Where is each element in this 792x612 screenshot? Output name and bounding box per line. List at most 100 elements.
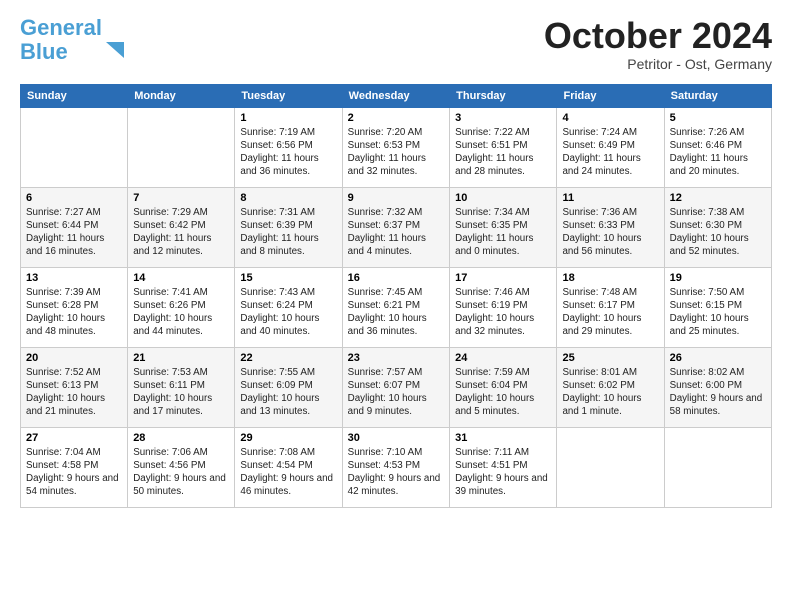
day-number: 9 <box>348 192 445 204</box>
day-info: Sunrise: 7:10 AM Sunset: 4:53 PM Dayligh… <box>348 446 445 499</box>
day-number: 13 <box>26 272 122 284</box>
day-number: 6 <box>26 192 122 204</box>
day-info: Sunrise: 7:26 AM Sunset: 6:46 PM Dayligh… <box>670 126 766 179</box>
col-thursday: Thursday <box>450 84 557 107</box>
day-number: 14 <box>133 272 229 284</box>
day-number: 23 <box>348 352 445 364</box>
calendar-week-row: 6 Sunrise: 7:27 AM Sunset: 6:44 PM Daylig… <box>21 187 772 267</box>
table-row: 9 Sunrise: 7:32 AM Sunset: 6:37 PM Daylig… <box>342 187 450 267</box>
table-row: 4Sunrise: 7:24 AM Sunset: 6:49 PM Daylig… <box>557 107 664 187</box>
day-info: Sunrise: 7:59 AM Sunset: 6:04 PM Dayligh… <box>455 366 551 419</box>
table-row <box>664 427 771 507</box>
day-info: Sunrise: 7:11 AM Sunset: 4:51 PM Dayligh… <box>455 446 551 499</box>
calendar-week-row: 27 Sunrise: 7:04 AM Sunset: 4:58 PM Dayli… <box>21 427 772 507</box>
day-info: Sunrise: 7:29 AM Sunset: 6:42 PM Dayligh… <box>133 206 229 259</box>
table-row: 10Sunrise: 7:34 AM Sunset: 6:35 PM Dayli… <box>450 187 557 267</box>
day-number: 1 <box>240 112 336 124</box>
table-row: 26 Sunrise: 8:02 AM Sunset: 6:00 PM Dayli… <box>664 347 771 427</box>
day-info: Sunrise: 7:31 AM Sunset: 6:39 PM Dayligh… <box>240 206 336 259</box>
table-row: 8 Sunrise: 7:31 AM Sunset: 6:39 PM Daylig… <box>235 187 342 267</box>
logo: General Blue <box>20 16 126 64</box>
table-row: 13 Sunrise: 7:39 AM Sunset: 6:28 PM Dayli… <box>21 267 128 347</box>
col-friday: Friday <box>557 84 664 107</box>
day-info: Sunrise: 7:50 AM Sunset: 6:15 PM Dayligh… <box>670 286 766 339</box>
day-info: Sunrise: 7:08 AM Sunset: 4:54 PM Dayligh… <box>240 446 336 499</box>
day-number: 8 <box>240 192 336 204</box>
col-monday: Monday <box>128 84 235 107</box>
day-number: 18 <box>562 272 658 284</box>
day-number: 12 <box>670 192 766 204</box>
table-row: 18 Sunrise: 7:48 AM Sunset: 6:17 PM Dayli… <box>557 267 664 347</box>
day-info: Sunrise: 7:48 AM Sunset: 6:17 PM Dayligh… <box>562 286 658 339</box>
calendar-week-row: 13 Sunrise: 7:39 AM Sunset: 6:28 PM Dayli… <box>21 267 772 347</box>
day-info: Sunrise: 7:41 AM Sunset: 6:26 PM Dayligh… <box>133 286 229 339</box>
day-info: Sunrise: 7:39 AM Sunset: 6:28 PM Dayligh… <box>26 286 122 339</box>
page: General Blue October 2024 Petritor - Ost… <box>0 0 792 518</box>
table-row: 11 Sunrise: 7:36 AM Sunset: 6:33 PM Dayli… <box>557 187 664 267</box>
day-number: 7 <box>133 192 229 204</box>
table-row: 28 Sunrise: 7:06 AM Sunset: 4:56 PM Dayli… <box>128 427 235 507</box>
table-row: 31Sunrise: 7:11 AM Sunset: 4:51 PM Dayli… <box>450 427 557 507</box>
table-row: 24 Sunrise: 7:59 AM Sunset: 6:04 PM Dayli… <box>450 347 557 427</box>
day-number: 17 <box>455 272 551 284</box>
day-info: Sunrise: 7:27 AM Sunset: 6:44 PM Dayligh… <box>26 206 122 259</box>
day-number: 21 <box>133 352 229 364</box>
table-row: 30 Sunrise: 7:10 AM Sunset: 4:53 PM Dayli… <box>342 427 450 507</box>
day-info: Sunrise: 7:53 AM Sunset: 6:11 PM Dayligh… <box>133 366 229 419</box>
logo-text: General Blue <box>20 16 102 64</box>
day-number: 3 <box>455 112 551 124</box>
day-number: 30 <box>348 432 445 444</box>
table-row: 3 Sunrise: 7:22 AM Sunset: 6:51 PM Daylig… <box>450 107 557 187</box>
day-info: Sunrise: 7:43 AM Sunset: 6:24 PM Dayligh… <box>240 286 336 339</box>
day-info: Sunrise: 8:02 AM Sunset: 6:00 PM Dayligh… <box>670 366 766 419</box>
table-row: 17Sunrise: 7:46 AM Sunset: 6:19 PM Dayli… <box>450 267 557 347</box>
header: General Blue October 2024 Petritor - Ost… <box>20 16 772 72</box>
calendar-header-row: Sunday Monday Tuesday Wednesday Thursday… <box>21 84 772 107</box>
day-info: Sunrise: 7:22 AM Sunset: 6:51 PM Dayligh… <box>455 126 551 179</box>
table-row <box>21 107 128 187</box>
day-info: Sunrise: 7:32 AM Sunset: 6:37 PM Dayligh… <box>348 206 445 259</box>
table-row: 6 Sunrise: 7:27 AM Sunset: 6:44 PM Daylig… <box>21 187 128 267</box>
table-row: 16Sunrise: 7:45 AM Sunset: 6:21 PM Dayli… <box>342 267 450 347</box>
logo-line1: General <box>20 15 102 40</box>
table-row <box>557 427 664 507</box>
col-tuesday: Tuesday <box>235 84 342 107</box>
logo-arrow-icon <box>104 40 126 62</box>
table-row: 23 Sunrise: 7:57 AM Sunset: 6:07 PM Dayli… <box>342 347 450 427</box>
day-number: 15 <box>240 272 336 284</box>
day-number: 28 <box>133 432 229 444</box>
table-row: 27 Sunrise: 7:04 AM Sunset: 4:58 PM Dayli… <box>21 427 128 507</box>
day-info: Sunrise: 7:38 AM Sunset: 6:30 PM Dayligh… <box>670 206 766 259</box>
day-number: 19 <box>670 272 766 284</box>
day-info: Sunrise: 7:36 AM Sunset: 6:33 PM Dayligh… <box>562 206 658 259</box>
col-wednesday: Wednesday <box>342 84 450 107</box>
day-number: 11 <box>562 192 658 204</box>
day-number: 24 <box>455 352 551 364</box>
day-info: Sunrise: 7:24 AM Sunset: 6:49 PM Dayligh… <box>562 126 658 179</box>
day-info: Sunrise: 7:34 AM Sunset: 6:35 PM Dayligh… <box>455 206 551 259</box>
table-row: 12 Sunrise: 7:38 AM Sunset: 6:30 PM Dayli… <box>664 187 771 267</box>
table-row: 14 Sunrise: 7:41 AM Sunset: 6:26 PM Dayli… <box>128 267 235 347</box>
day-info: Sunrise: 8:01 AM Sunset: 6:02 PM Dayligh… <box>562 366 658 419</box>
day-info: Sunrise: 7:45 AM Sunset: 6:21 PM Dayligh… <box>348 286 445 339</box>
day-info: Sunrise: 7:20 AM Sunset: 6:53 PM Dayligh… <box>348 126 445 179</box>
day-info: Sunrise: 7:04 AM Sunset: 4:58 PM Dayligh… <box>26 446 122 499</box>
logo-line2: Blue <box>20 39 68 64</box>
month-title: October 2024 <box>544 16 772 56</box>
table-row: 20Sunrise: 7:52 AM Sunset: 6:13 PM Dayli… <box>21 347 128 427</box>
table-row: 2Sunrise: 7:20 AM Sunset: 6:53 PM Daylig… <box>342 107 450 187</box>
day-info: Sunrise: 7:19 AM Sunset: 6:56 PM Dayligh… <box>240 126 336 179</box>
day-number: 22 <box>240 352 336 364</box>
calendar-week-row: 1 Sunrise: 7:19 AM Sunset: 6:56 PM Daylig… <box>21 107 772 187</box>
calendar-week-row: 20Sunrise: 7:52 AM Sunset: 6:13 PM Dayli… <box>21 347 772 427</box>
table-row: 29Sunrise: 7:08 AM Sunset: 4:54 PM Dayli… <box>235 427 342 507</box>
day-number: 25 <box>562 352 658 364</box>
day-number: 26 <box>670 352 766 364</box>
table-row: 22Sunrise: 7:55 AM Sunset: 6:09 PM Dayli… <box>235 347 342 427</box>
day-info: Sunrise: 7:06 AM Sunset: 4:56 PM Dayligh… <box>133 446 229 499</box>
table-row: 15 Sunrise: 7:43 AM Sunset: 6:24 PM Dayli… <box>235 267 342 347</box>
day-info: Sunrise: 7:57 AM Sunset: 6:07 PM Dayligh… <box>348 366 445 419</box>
table-row: 25 Sunrise: 8:01 AM Sunset: 6:02 PM Dayli… <box>557 347 664 427</box>
day-number: 27 <box>26 432 122 444</box>
title-block: October 2024 Petritor - Ost, Germany <box>544 16 772 72</box>
